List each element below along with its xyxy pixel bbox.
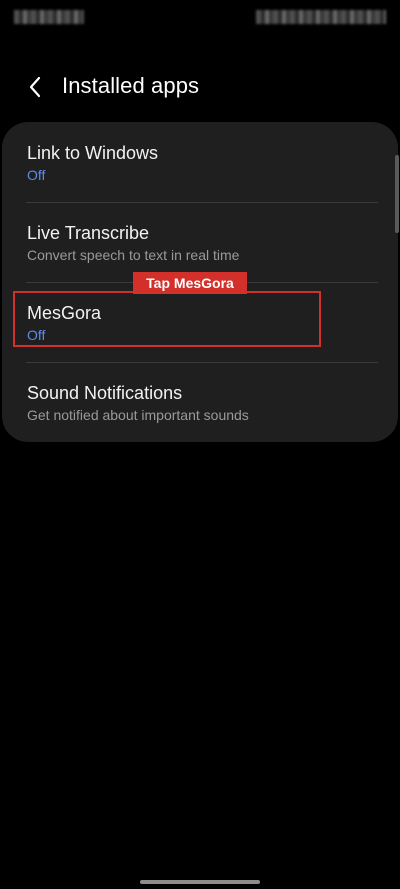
item-description: Get notified about important sounds [27,407,249,423]
item-title: Link to Windows [27,143,159,163]
status-bar-right-blurred [256,10,386,24]
scrollbar[interactable] [395,155,399,233]
list-item-sound-notifications[interactable]: Sound Notifications Get notified about i… [2,362,398,442]
status-bar [0,0,400,40]
navigation-gesture-handle[interactable] [140,880,260,884]
back-button[interactable] [18,70,52,104]
list-item-live-transcribe[interactable]: Live Transcribe Convert speech to text i… [2,202,398,282]
list-item-link-to-windows[interactable]: Link to Windows Off [2,122,398,202]
item-title: Live Transcribe [27,223,150,243]
annotation-callout: Tap MesGora [133,272,247,294]
annotation-highlight-box [13,291,321,347]
app-header: Installed apps [0,62,400,112]
status-bar-left-blurred [14,10,84,24]
page-title: Installed apps [62,73,200,98]
item-description: Convert speech to text in real time [27,247,240,263]
item-title: Sound Notifications [27,383,183,403]
item-status: Off [27,167,46,183]
chevron-left-icon [29,76,41,98]
